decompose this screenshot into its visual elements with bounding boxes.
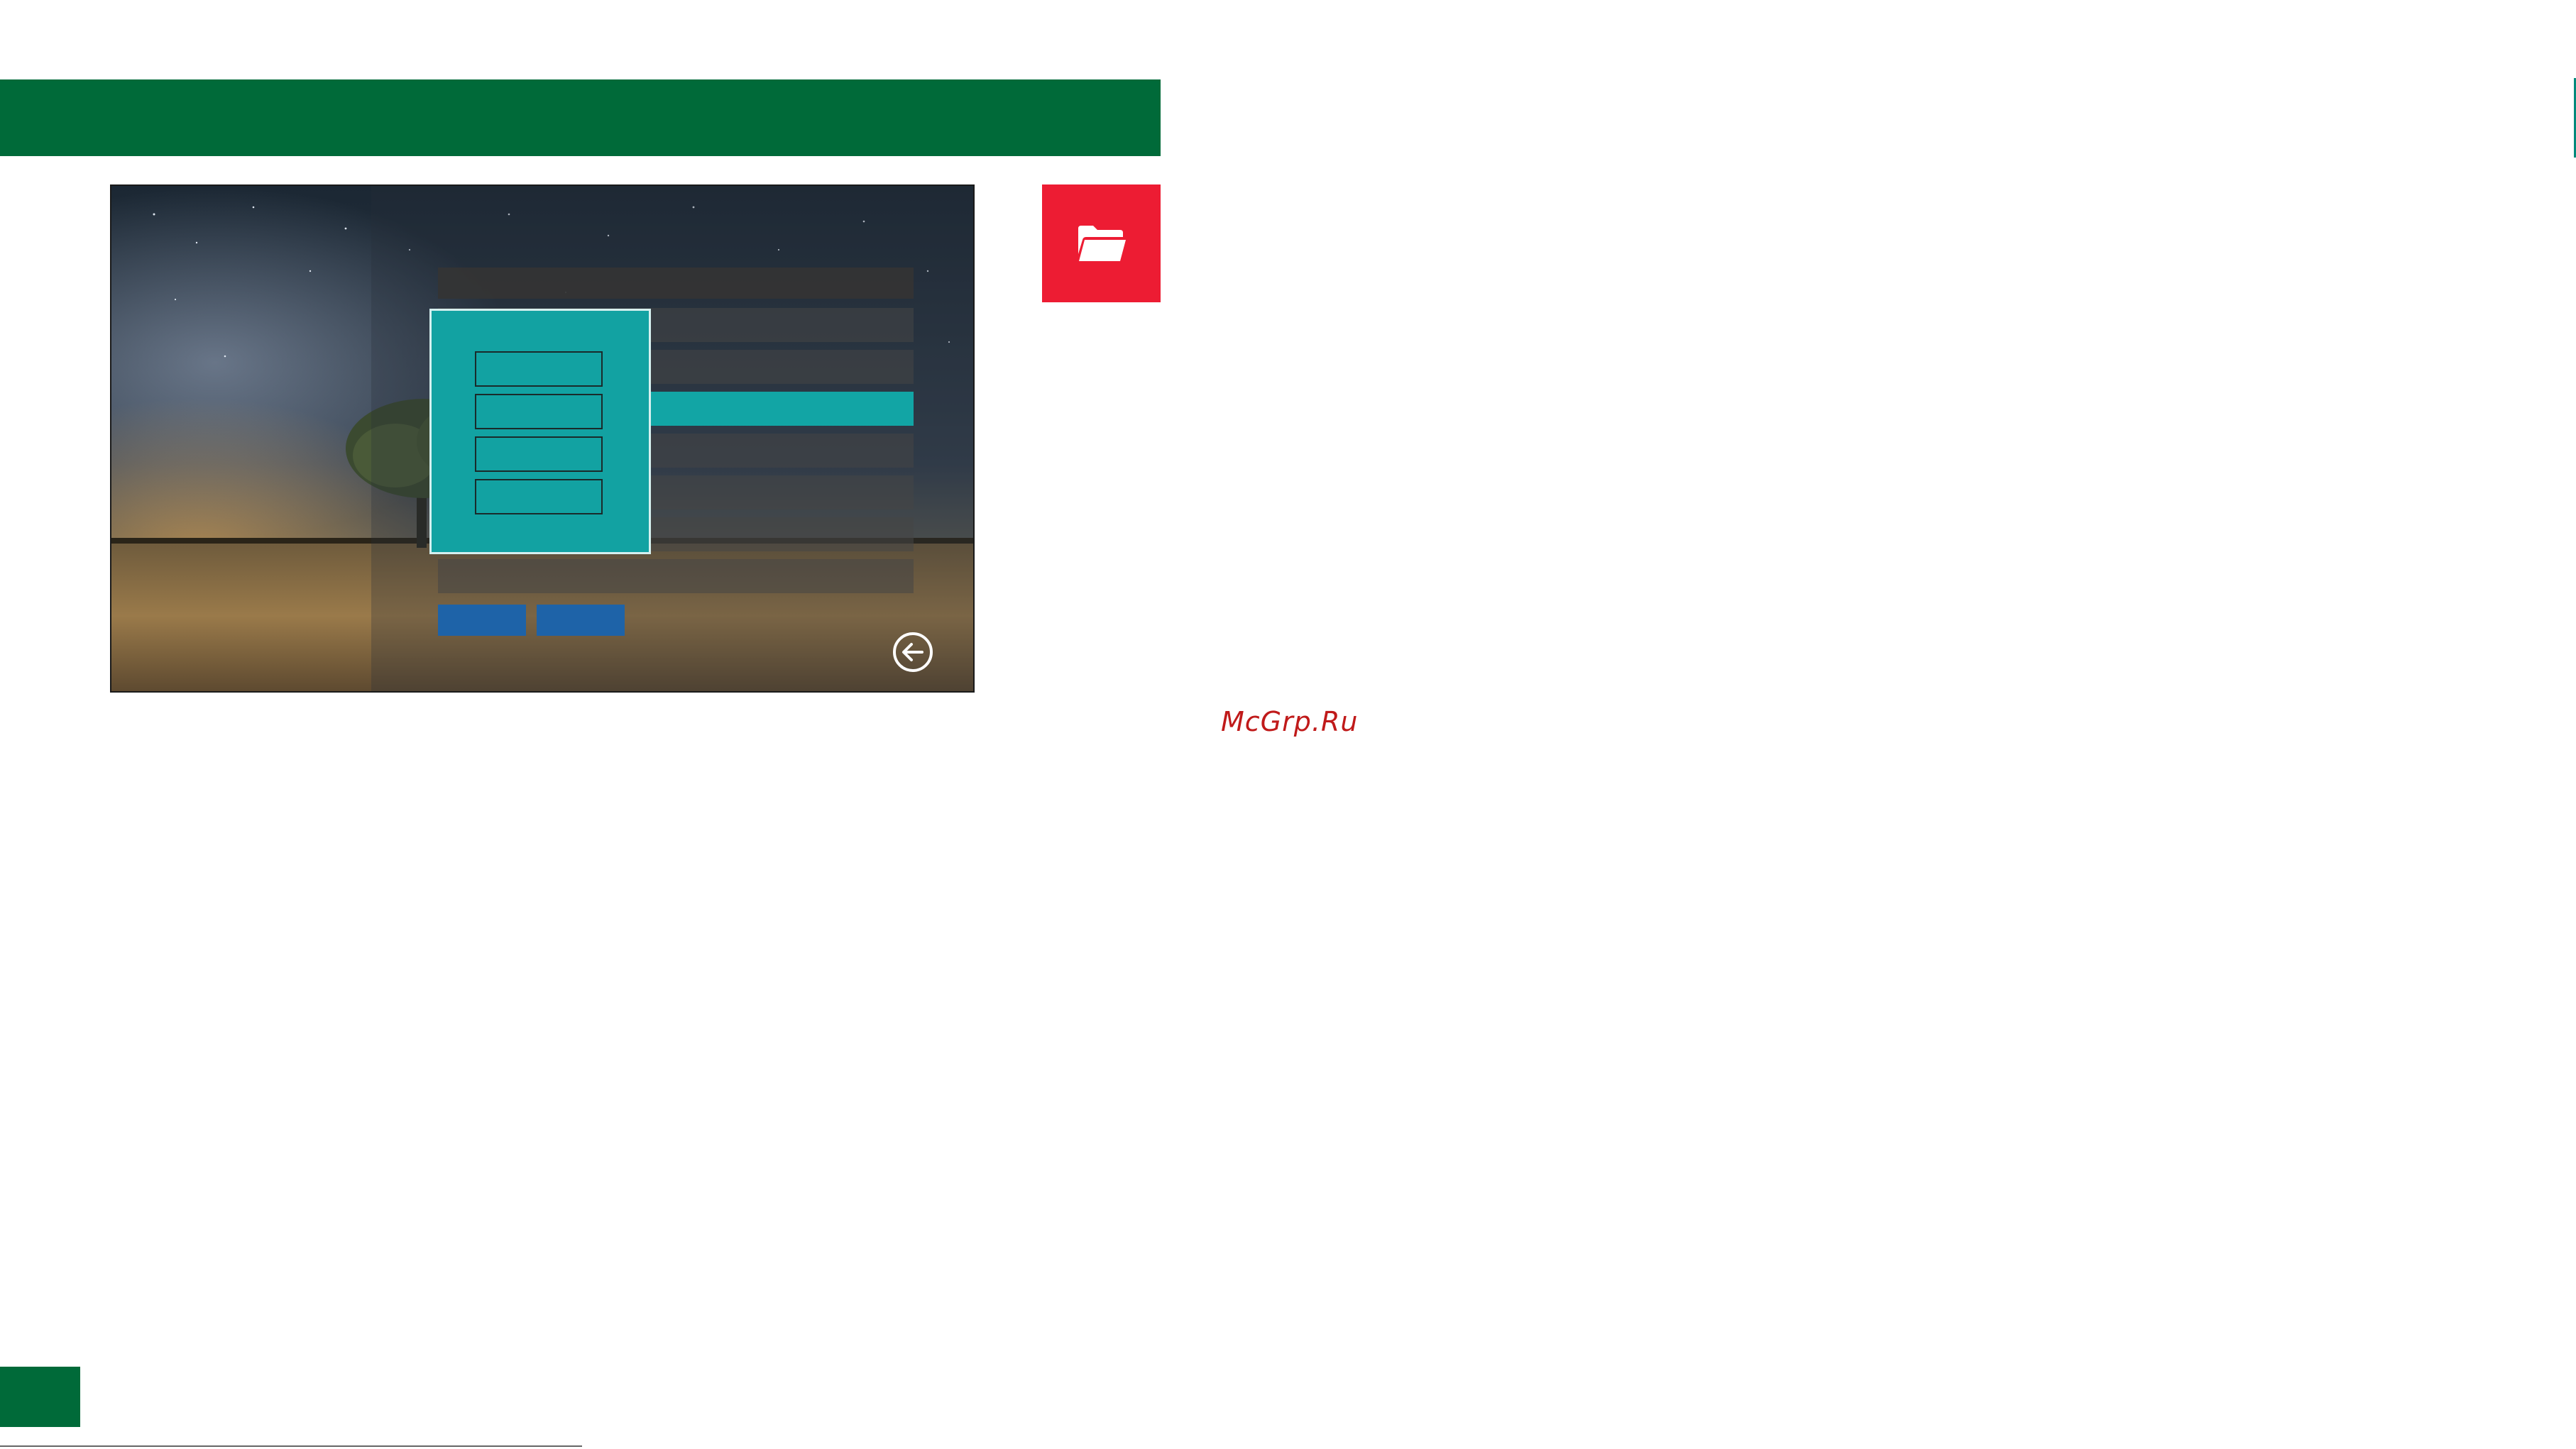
back-button[interactable] — [892, 632, 933, 673]
device-screen — [110, 184, 975, 693]
menu-row[interactable] — [438, 559, 914, 593]
cancel-button[interactable] — [537, 605, 625, 636]
header-bar — [0, 79, 1161, 156]
popup-option[interactable] — [475, 394, 603, 429]
footer-rule — [0, 1445, 582, 1447]
menu-title-bar — [438, 268, 914, 299]
popup-option[interactable] — [475, 479, 603, 514]
arrow-left-circle-icon — [893, 632, 933, 672]
watermark-text: McGrp.Ru — [1221, 706, 1359, 737]
open-folder-icon — [1078, 226, 1126, 261]
options-popup — [429, 309, 651, 554]
popup-option[interactable] — [475, 436, 603, 472]
folder-tile — [1042, 184, 1161, 302]
page-number-tab — [0, 1367, 80, 1427]
confirm-button[interactable] — [438, 605, 526, 636]
popup-option[interactable] — [475, 351, 603, 387]
